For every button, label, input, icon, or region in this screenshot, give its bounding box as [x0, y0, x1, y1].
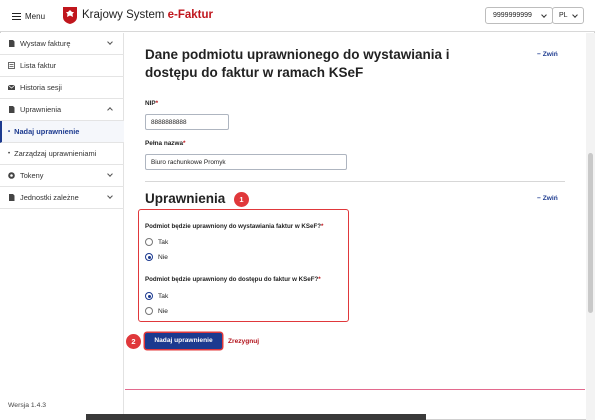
radio-checked-icon [145, 253, 153, 261]
document-icon [9, 194, 15, 201]
taskbar-strip [86, 414, 426, 420]
sidebar-item-label: Historia sesji [20, 83, 62, 92]
sidebar-item-label: Nadaj uprawnienie [14, 127, 80, 136]
radio-unchecked-icon [145, 307, 153, 315]
collapse-label: Zwiń [542, 195, 558, 202]
section-title-line: Dane podmiotu uprawnionego do wystawiani… [145, 47, 450, 62]
chevron-down-icon [572, 12, 578, 18]
sidebar-item-label: Zarządzaj uprawnieniami [14, 149, 97, 158]
radio-access-invoices-tak[interactable]: Tak [145, 292, 168, 300]
cancel-link[interactable]: Zrezygnuj [228, 338, 259, 345]
step-badge-2: 2 [126, 334, 141, 349]
sidebar: Wystaw fakturę Lista faktur Historia ses… [0, 33, 124, 420]
app-title[interactable]: Krajowy System e-Faktur [82, 9, 213, 21]
required-mark: * [321, 223, 324, 230]
sidebar-item-label: Uprawnienia [20, 105, 62, 114]
bottom-divider [125, 389, 585, 390]
nip-label-text: NIP [145, 100, 156, 107]
question-text: Podmiot będzie uprawniony do dostępu do … [145, 276, 319, 283]
top-header: Menu Krajowy System e-Faktur 9999999999 … [0, 0, 595, 32]
menu-label: Menu [25, 11, 46, 21]
required-mark: * [318, 276, 321, 283]
radio-label: Nie [158, 253, 168, 261]
sidebar-item-label: Lista faktur [20, 61, 57, 70]
sidebar-item-jednostki-zalezne[interactable]: Jednostki zależne [0, 187, 124, 209]
chevron-down-icon [107, 193, 113, 199]
radio-checked-icon [145, 292, 153, 300]
nip-input[interactable]: 8888888888 [145, 114, 229, 130]
sidebar-item-uprawnienia[interactable]: Uprawnienia [0, 99, 124, 121]
collapse-section-permissions-button[interactable]: − Zwiń [537, 195, 558, 202]
sidebar-item-wystaw-fakture[interactable]: Wystaw fakturę [0, 33, 124, 55]
language-value: PL [559, 12, 568, 19]
menu-button[interactable]: Menu [12, 10, 45, 22]
app-version: Wersja 1.4.3 [8, 402, 47, 409]
list-icon [8, 62, 15, 69]
token-icon [8, 172, 15, 179]
full-name-input[interactable]: Biuro rachunkowe Promyk [145, 154, 347, 170]
hamburger-icon [12, 12, 21, 20]
question-text: Podmiot będzie uprawniony do wystawiania… [145, 223, 322, 230]
main-content: Dane podmiotu uprawnionego do wystawiani… [125, 33, 585, 420]
section-title-line: dostępu do faktur w ramach KSeF [145, 65, 364, 80]
required-mark: * [183, 140, 186, 147]
sidebar-item-nadaj-uprawnienie[interactable]: • Nadaj uprawnienie [0, 121, 124, 143]
section-title-entity-data: Dane podmiotu uprawnionego do wystawiani… [145, 46, 450, 82]
full-name-label-text: Pełna nazwa [145, 140, 184, 147]
sidebar-item-tokeny[interactable]: Tokeny [0, 165, 124, 187]
question-issue-invoices: Podmiot będzie uprawniony do wystawiania… [145, 223, 323, 230]
minus-icon: − [537, 51, 541, 58]
nip-field-label: NIP* [145, 100, 158, 107]
chevron-down-icon [541, 12, 547, 18]
sidebar-item-label: Tokeny [20, 171, 44, 180]
radio-label: Nie [158, 307, 168, 315]
minus-icon: − [537, 195, 541, 202]
collapse-label: Zwiń [542, 51, 558, 58]
document-icon [9, 40, 15, 47]
vertical-scrollbar[interactable] [586, 33, 595, 420]
document-icon [9, 106, 15, 113]
eagle-emblem-icon [63, 7, 77, 24]
section-title-permissions: Uprawnienia [145, 191, 226, 206]
scrollbar-thumb[interactable] [588, 153, 593, 313]
radio-label: Tak [158, 238, 169, 246]
nip-context-select[interactable]: 9999999999 [485, 7, 553, 24]
nip-context-value: 9999999999 [493, 12, 532, 19]
step-badge-1: 1 [234, 192, 249, 207]
app-title-plain: Krajowy System [82, 9, 168, 21]
radio-unchecked-icon [145, 238, 153, 246]
radio-issue-invoices-nie[interactable]: Nie [145, 253, 168, 261]
sidebar-item-label: Wystaw fakturę [20, 39, 71, 48]
collapse-section-entity-button[interactable]: − Zwiń [537, 51, 558, 58]
bullet-icon: • [8, 128, 11, 135]
radio-issue-invoices-tak[interactable]: Tak [145, 238, 168, 246]
bullet-icon: • [8, 150, 11, 157]
question-access-invoices: Podmiot będzie uprawniony do dostępu do … [145, 276, 321, 283]
envelope-icon [8, 84, 15, 90]
sidebar-item-lista-faktur[interactable]: Lista faktur [0, 55, 124, 77]
chevron-down-icon [107, 171, 113, 177]
nip-input-value: 8888888888 [151, 119, 187, 126]
language-select[interactable]: PL [552, 7, 584, 24]
radio-label: Tak [158, 292, 169, 300]
section-divider [145, 181, 565, 182]
chevron-down-icon [107, 39, 113, 45]
full-name-input-value: Biuro rachunkowe Promyk [151, 159, 226, 166]
chevron-up-icon [107, 107, 113, 113]
sidebar-item-historia-sesji[interactable]: Historia sesji [0, 77, 124, 99]
radio-access-invoices-nie[interactable]: Nie [145, 307, 168, 315]
sidebar-item-label: Jednostki zależne [20, 193, 79, 202]
full-name-field-label: Pełna nazwa* [145, 140, 186, 147]
app-title-brand: e-Faktur [167, 9, 214, 21]
required-mark: * [155, 100, 159, 107]
sidebar-item-zarzadzaj-uprawnieniami[interactable]: • Zarządzaj uprawnieniami [0, 143, 124, 165]
grant-permission-button[interactable]: Nadaj uprawnienie [145, 333, 222, 349]
